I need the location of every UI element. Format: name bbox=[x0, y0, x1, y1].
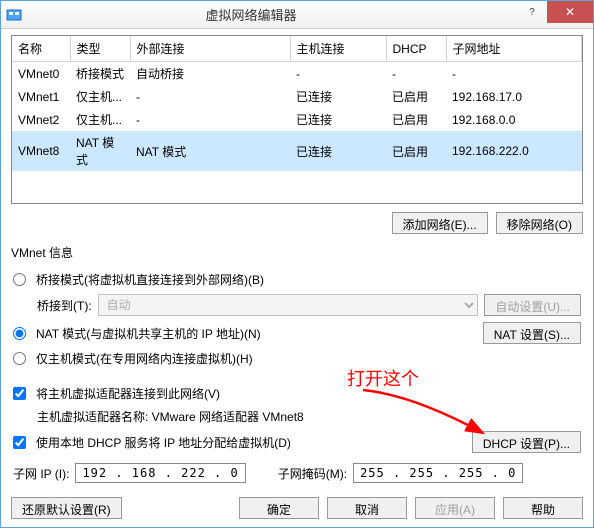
subnet-ip-input[interactable]: 192 . 168 . 222 . 0 bbox=[75, 463, 245, 483]
apply-button[interactable]: 应用(A) bbox=[415, 497, 495, 519]
cell-dhcp: - bbox=[386, 62, 446, 86]
col-name[interactable]: 名称 bbox=[12, 36, 70, 62]
remove-network-button[interactable]: 移除网络(O) bbox=[496, 212, 583, 234]
vmnet-info-group: 桥接模式(将虚拟机直接连接到外部网络)(B) 桥接到(T): 自动 自动设置(U… bbox=[11, 265, 583, 489]
mode-bridged-label: 桥接模式(将虚拟机直接连接到外部网络)(B) bbox=[36, 271, 264, 288]
window-title: 虚拟网络编辑器 bbox=[0, 5, 517, 24]
titlebar: 虚拟网络编辑器 ? ✕ bbox=[1, 1, 593, 29]
nat-settings-button[interactable]: NAT 设置(S)... bbox=[483, 322, 581, 344]
cell-host: 已连接 bbox=[290, 85, 386, 108]
col-subnet[interactable]: 子网地址 bbox=[446, 36, 582, 62]
cell-type: 仅主机... bbox=[70, 108, 130, 131]
cell-host: 已连接 bbox=[290, 131, 386, 171]
restore-defaults-button[interactable]: 还原默认设置(R) bbox=[11, 497, 122, 519]
use-dhcp-checkbox[interactable] bbox=[13, 436, 26, 449]
col-host[interactable]: 主机连接 bbox=[290, 36, 386, 62]
add-network-button[interactable]: 添加网络(E)... bbox=[392, 212, 488, 234]
cell-dhcp: 已启用 bbox=[386, 85, 446, 108]
cell-host: 已连接 bbox=[290, 108, 386, 131]
cell-subnet: 192.168.222.0 bbox=[446, 131, 582, 171]
ok-button[interactable]: 确定 bbox=[239, 497, 319, 519]
cancel-button[interactable]: 取消 bbox=[327, 497, 407, 519]
mode-nat-radio[interactable] bbox=[13, 327, 26, 340]
subnet-ip-label: 子网 IP (I): bbox=[13, 465, 69, 482]
cell-name: VMnet1 bbox=[12, 85, 70, 108]
table-row[interactable]: VMnet2仅主机...-已连接已启用192.168.0.0 bbox=[12, 108, 582, 131]
col-type[interactable]: 类型 bbox=[70, 36, 130, 62]
subnet-mask-input[interactable]: 255 . 255 . 255 . 0 bbox=[353, 463, 523, 483]
cell-subnet: - bbox=[446, 62, 582, 86]
cell-ext: 自动桥接 bbox=[130, 62, 290, 86]
col-dhcp[interactable]: DHCP bbox=[386, 36, 446, 62]
dhcp-settings-button[interactable]: DHCP 设置(P)... bbox=[472, 431, 581, 453]
bridge-to-select[interactable]: 自动 bbox=[98, 294, 479, 316]
cell-ext: - bbox=[130, 108, 290, 131]
adapter-name-label: 主机虚拟适配器名称: VMware 网络适配器 VMnet8 bbox=[37, 408, 304, 425]
help-button[interactable]: ? bbox=[517, 1, 547, 23]
subnet-mask-label: 子网掩码(M): bbox=[278, 465, 347, 482]
cell-type: 桥接模式 bbox=[70, 62, 130, 86]
cell-subnet: 192.168.0.0 bbox=[446, 108, 582, 131]
use-dhcp-label: 使用本地 DHCP 服务将 IP 地址分配给虚拟机(D) bbox=[36, 434, 291, 451]
close-button[interactable]: ✕ bbox=[547, 1, 593, 23]
mode-hostonly-label: 仅主机模式(在专用网络内连接虚拟机)(H) bbox=[36, 350, 253, 367]
mode-bridged-radio[interactable] bbox=[13, 273, 26, 286]
cell-name: VMnet2 bbox=[12, 108, 70, 131]
vmnet-info-label: VMnet 信息 bbox=[11, 244, 583, 261]
cell-host: - bbox=[290, 62, 386, 86]
cell-dhcp: 已启用 bbox=[386, 131, 446, 171]
network-table[interactable]: 名称 类型 外部连接 主机连接 DHCP 子网地址 VMnet0桥接模式自动桥接… bbox=[11, 35, 583, 204]
cell-ext: - bbox=[130, 85, 290, 108]
cell-name: VMnet0 bbox=[12, 62, 70, 86]
table-row[interactable]: VMnet8NAT 模式NAT 模式已连接已启用192.168.222.0 bbox=[12, 131, 582, 171]
col-ext[interactable]: 外部连接 bbox=[130, 36, 290, 62]
connect-host-checkbox[interactable] bbox=[13, 387, 26, 400]
cell-type: 仅主机... bbox=[70, 85, 130, 108]
connect-host-label: 将主机虚拟适配器连接到此网络(V) bbox=[36, 385, 220, 402]
cell-dhcp: 已启用 bbox=[386, 108, 446, 131]
bridge-to-label: 桥接到(T): bbox=[37, 297, 92, 314]
mode-nat-label: NAT 模式(与虚拟机共享主机的 IP 地址)(N) bbox=[36, 325, 261, 342]
cell-subnet: 192.168.17.0 bbox=[446, 85, 582, 108]
cell-type: NAT 模式 bbox=[70, 131, 130, 171]
table-row[interactable]: VMnet0桥接模式自动桥接--- bbox=[12, 62, 582, 86]
cell-ext: NAT 模式 bbox=[130, 131, 290, 171]
mode-hostonly-radio[interactable] bbox=[13, 352, 26, 365]
cell-name: VMnet8 bbox=[12, 131, 70, 171]
auto-settings-button[interactable]: 自动设置(U)... bbox=[484, 294, 581, 316]
help-button-footer[interactable]: 帮助 bbox=[503, 497, 583, 519]
table-row[interactable]: VMnet1仅主机...-已连接已启用192.168.17.0 bbox=[12, 85, 582, 108]
